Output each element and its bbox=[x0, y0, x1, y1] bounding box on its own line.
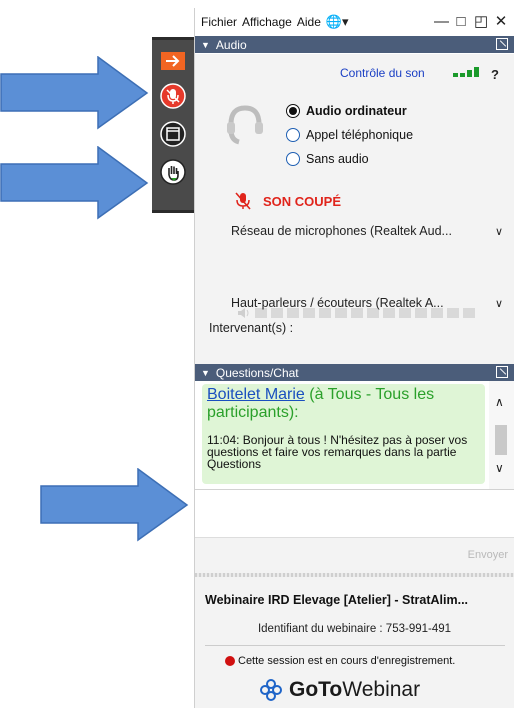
audio-section-header[interactable]: ▼ Audio bbox=[195, 36, 514, 53]
chat-input[interactable] bbox=[195, 489, 514, 538]
popout-icon[interactable] bbox=[496, 38, 508, 50]
annotation-arrow-1 bbox=[0, 56, 149, 130]
annotation-arrow-2 bbox=[0, 146, 149, 220]
speakers-label: Intervenant(s) : bbox=[209, 321, 294, 335]
arrow-right-icon bbox=[161, 52, 185, 70]
chat-log: Boitelet Marie (à Tous - Tous les partic… bbox=[195, 381, 514, 489]
language-globe-icon[interactable]: 🌐▾ bbox=[326, 14, 349, 30]
raise-hand-button[interactable] bbox=[156, 156, 190, 188]
author-name-link[interactable]: Boitelet Marie bbox=[207, 386, 305, 403]
chat-header-label: Questions/Chat bbox=[215, 365, 299, 380]
minimize-icon[interactable]: — bbox=[434, 14, 449, 30]
control-sidebar bbox=[152, 37, 194, 213]
restore-icon[interactable]: □ bbox=[454, 14, 468, 30]
raise-hand-icon bbox=[160, 159, 186, 185]
send-bar: Envoyer bbox=[195, 537, 514, 574]
chat-message-text: 11:04: Bonjour à tous ! N'hésitez pas à … bbox=[207, 433, 468, 471]
scroll-thumb[interactable] bbox=[495, 425, 507, 455]
collapse-triangle-icon: ▼ bbox=[201, 367, 210, 378]
audio-panel: Contrôle du son ? Audio ordinateur Appel… bbox=[195, 54, 514, 365]
microphone-muted-icon bbox=[160, 83, 186, 109]
webinar-info: Webinaire IRD Elevage [Atelier] - StratA… bbox=[195, 577, 514, 708]
radio-button[interactable] bbox=[286, 128, 300, 142]
webinar-id: Identifiant du webinaire : 753-991-491 bbox=[257, 623, 452, 635]
divider bbox=[205, 645, 505, 646]
chevron-up-icon[interactable]: ∧ bbox=[495, 395, 504, 409]
gotowebinar-logo: GoToWebinar bbox=[259, 678, 420, 702]
menu-view[interactable]: Affichage bbox=[242, 15, 292, 29]
collapse-triangle-icon: ▼ bbox=[201, 39, 210, 50]
menu-bar: Fichier Affichage Aide 🌐▾ — □ ◰ ✕ bbox=[195, 8, 514, 36]
help-icon[interactable]: ? bbox=[491, 67, 499, 82]
close-icon[interactable]: ✕ bbox=[494, 14, 508, 30]
recording-notice: Cette session est en cours d'enregistrem… bbox=[225, 655, 455, 667]
chevron-down-icon: ∨ bbox=[494, 226, 503, 238]
control-panel: Fichier Affichage Aide 🌐▾ — □ ◰ ✕ ▼ Audi… bbox=[194, 8, 514, 708]
microphone-muted-icon bbox=[235, 192, 251, 210]
chat-message-header: Boitelet Marie (à Tous - Tous les partic… bbox=[207, 386, 435, 421]
mute-status: SON COUPÉ bbox=[235, 192, 341, 210]
microphone-select[interactable]: Réseau de microphones (Realtek Aud... ∨ bbox=[231, 219, 507, 243]
radio-computer-audio[interactable]: Audio ordinateur bbox=[286, 104, 407, 118]
headset-icon bbox=[227, 105, 263, 145]
menu-help[interactable]: Aide bbox=[297, 15, 321, 29]
radio-button[interactable] bbox=[286, 104, 300, 118]
radio-button[interactable] bbox=[286, 152, 300, 166]
recording-dot-icon bbox=[225, 656, 235, 666]
webinar-title: Webinaire IRD Elevage [Atelier] - StratA… bbox=[205, 593, 469, 607]
signal-strength-icon bbox=[453, 67, 479, 77]
popout-icon[interactable]: ◰ bbox=[474, 14, 488, 30]
chat-section-header[interactable]: ▼ Questions/Chat bbox=[195, 364, 514, 381]
window-icon bbox=[160, 121, 186, 147]
mute-microphone-button[interactable] bbox=[156, 80, 190, 112]
audio-header-label: Audio bbox=[215, 37, 247, 52]
chevron-down-icon[interactable]: ∨ bbox=[495, 461, 504, 475]
speakers-select[interactable]: Haut-parleurs / écouteurs (Realtek A... … bbox=[231, 291, 507, 315]
radio-phone-call[interactable]: Appel téléphonique bbox=[286, 128, 413, 142]
menu-file[interactable]: Fichier bbox=[201, 15, 237, 29]
popout-icon[interactable] bbox=[496, 366, 508, 378]
chat-message: Boitelet Marie (à Tous - Tous les partic… bbox=[202, 384, 485, 484]
sound-control-link[interactable]: Contrôle du son bbox=[340, 66, 425, 80]
radio-no-audio[interactable]: Sans audio bbox=[286, 152, 369, 166]
send-button[interactable]: Envoyer bbox=[468, 549, 508, 561]
annotation-arrow-3 bbox=[40, 468, 189, 542]
flower-logo-icon bbox=[260, 679, 282, 701]
collapse-panel-button[interactable] bbox=[156, 50, 190, 72]
screen-share-button[interactable] bbox=[156, 118, 190, 150]
chevron-down-icon: ∨ bbox=[494, 298, 503, 310]
chat-scrollbar[interactable]: ∧ ∨ bbox=[489, 381, 514, 489]
